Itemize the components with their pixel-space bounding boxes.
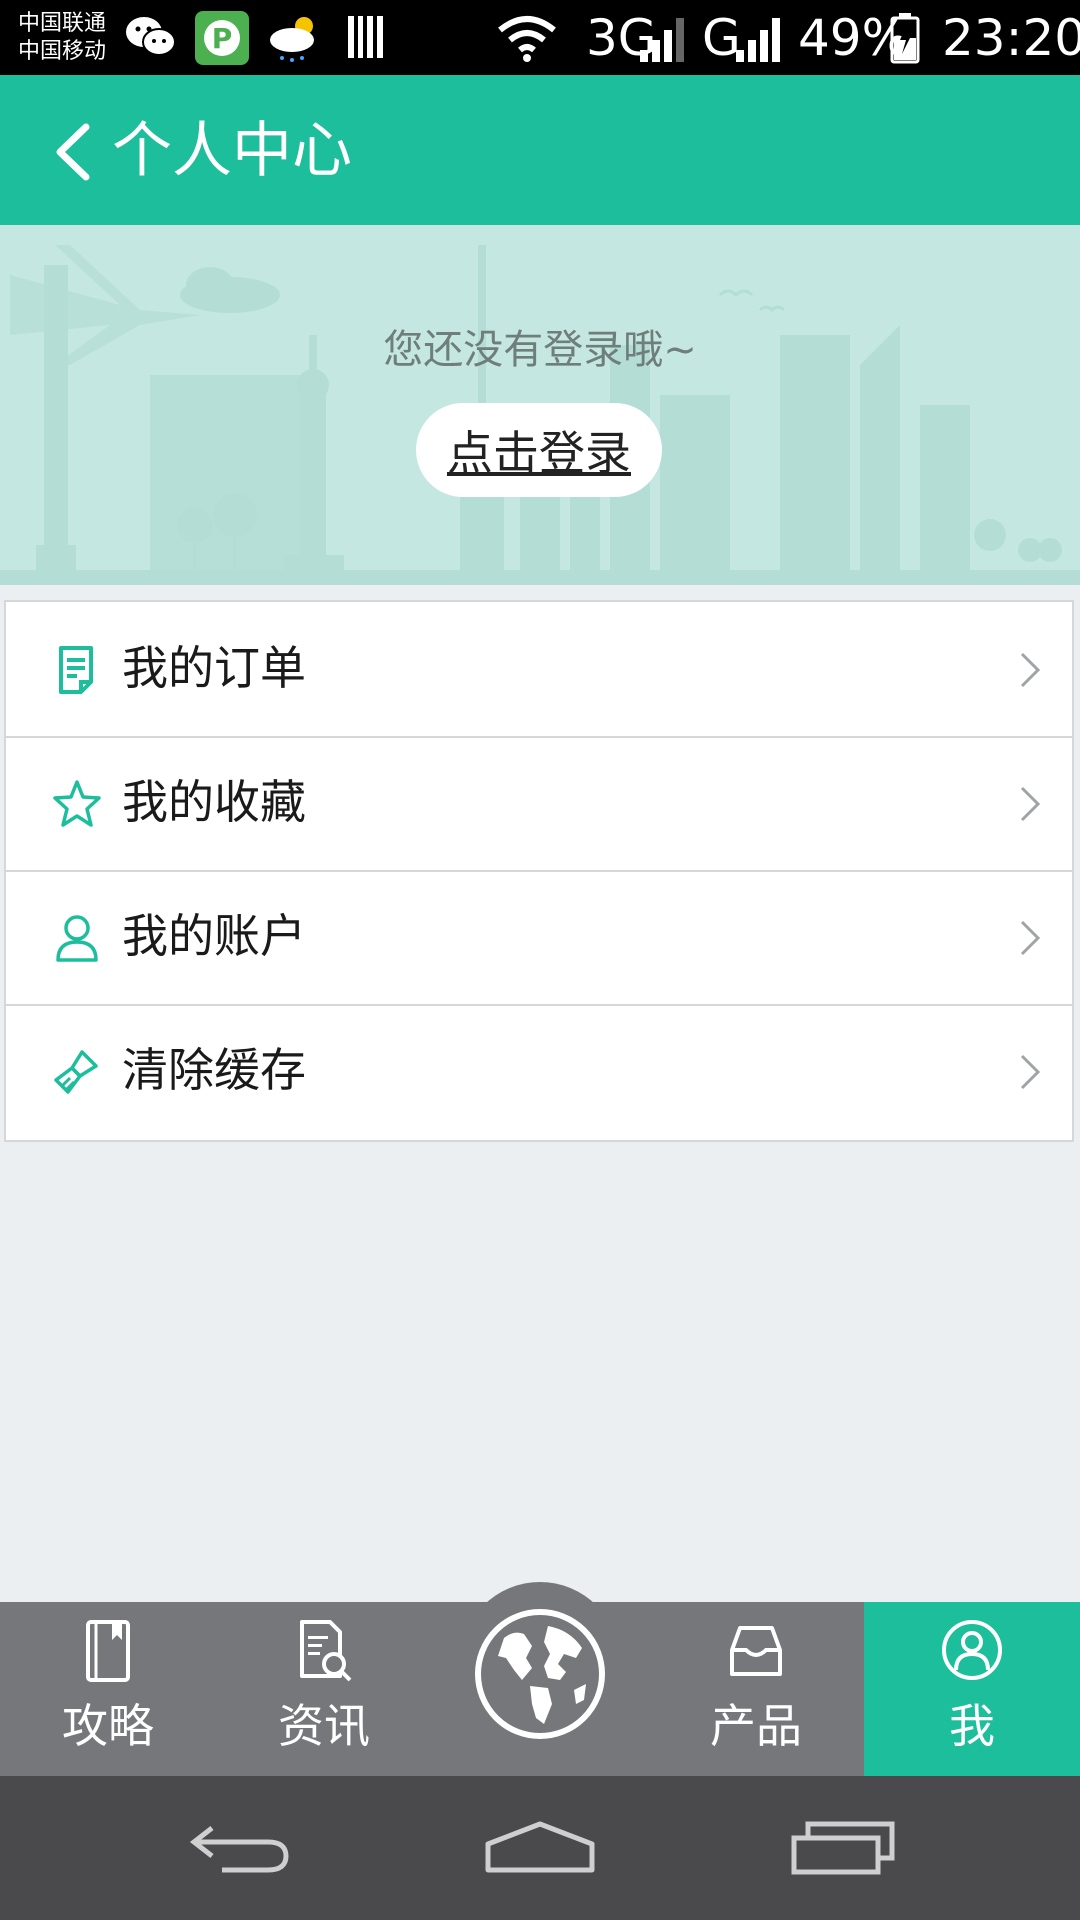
back-nav-icon[interactable] xyxy=(188,1818,292,1878)
carrier-1: 中国联通 xyxy=(18,11,107,36)
profile-icon xyxy=(942,1620,1002,1680)
chevron-right-icon xyxy=(1020,1054,1041,1090)
order-document-icon xyxy=(59,646,93,694)
home-nav-icon[interactable] xyxy=(484,1818,596,1878)
status-bar: 中国联通 中国移动 P 3G G 49% 23:20 xyxy=(0,0,1080,75)
menu-item-account[interactable]: 我的账户 xyxy=(6,870,1072,1006)
carrier-labels: 中国联通 中国移动 xyxy=(18,10,106,66)
profile-menu: 我的订单 我的收藏 我的账户 清除缓存 xyxy=(4,600,1074,1142)
star-icon xyxy=(53,780,101,827)
chevron-right-icon xyxy=(1020,786,1041,822)
tab-label: 我 xyxy=(949,1699,995,1753)
wifi-icon xyxy=(498,16,556,62)
system-nav-bar xyxy=(0,1776,1080,1920)
menu-item-favorites[interactable]: 我的收藏 xyxy=(6,736,1072,872)
tab-label: 产品 xyxy=(710,1699,802,1753)
menu-item-clear-cache[interactable]: 清除缓存 xyxy=(6,1004,1072,1138)
clock: 23:20 xyxy=(942,9,1080,67)
tab-guide[interactable]: 攻略 xyxy=(0,1602,216,1776)
tab-label: 资讯 xyxy=(278,1699,370,1753)
menu-item-label: 我的账户 xyxy=(122,909,306,963)
inbox-icon xyxy=(730,1626,782,1676)
weather-icon xyxy=(270,17,314,62)
user-icon xyxy=(56,915,98,962)
menu-item-label: 我的收藏 xyxy=(122,775,306,829)
wechat-icon xyxy=(126,17,176,56)
globe-icon[interactable] xyxy=(474,1608,606,1740)
menu-item-label: 清除缓存 xyxy=(122,1043,306,1097)
tab-me[interactable]: 我 xyxy=(864,1602,1080,1776)
tab-label: 攻略 xyxy=(62,1699,154,1753)
carrier-2: 中国移动 xyxy=(18,39,107,64)
battery-icon xyxy=(890,13,920,64)
tab-products[interactable]: 产品 xyxy=(648,1602,864,1776)
menu-item-orders[interactable]: 我的订单 xyxy=(6,602,1072,738)
chevron-right-icon xyxy=(1020,652,1041,688)
page-title: 个人中心 xyxy=(112,116,352,186)
signal-icon-2 xyxy=(736,18,780,62)
svg-text:P: P xyxy=(212,22,233,55)
brush-icon xyxy=(54,1050,98,1094)
barcode-icon xyxy=(348,16,383,58)
login-banner: 您还没有登录哦~ 点击登录 xyxy=(0,225,1080,585)
parking-app-icon: P xyxy=(195,11,249,65)
back-arrow-icon[interactable] xyxy=(52,123,92,181)
chevron-right-icon xyxy=(1020,920,1041,956)
news-search-icon xyxy=(300,1620,352,1682)
header-bar: 个人中心 xyxy=(0,75,1080,225)
login-button[interactable]: 点击登录 xyxy=(416,403,662,497)
signal-icon xyxy=(640,18,684,62)
menu-item-label: 我的订单 xyxy=(122,641,306,695)
guide-book-icon xyxy=(86,1620,130,1682)
not-logged-in-message: 您还没有登录哦~ xyxy=(383,327,697,373)
tab-news[interactable]: 资讯 xyxy=(216,1602,432,1776)
recents-nav-icon[interactable] xyxy=(790,1818,896,1878)
